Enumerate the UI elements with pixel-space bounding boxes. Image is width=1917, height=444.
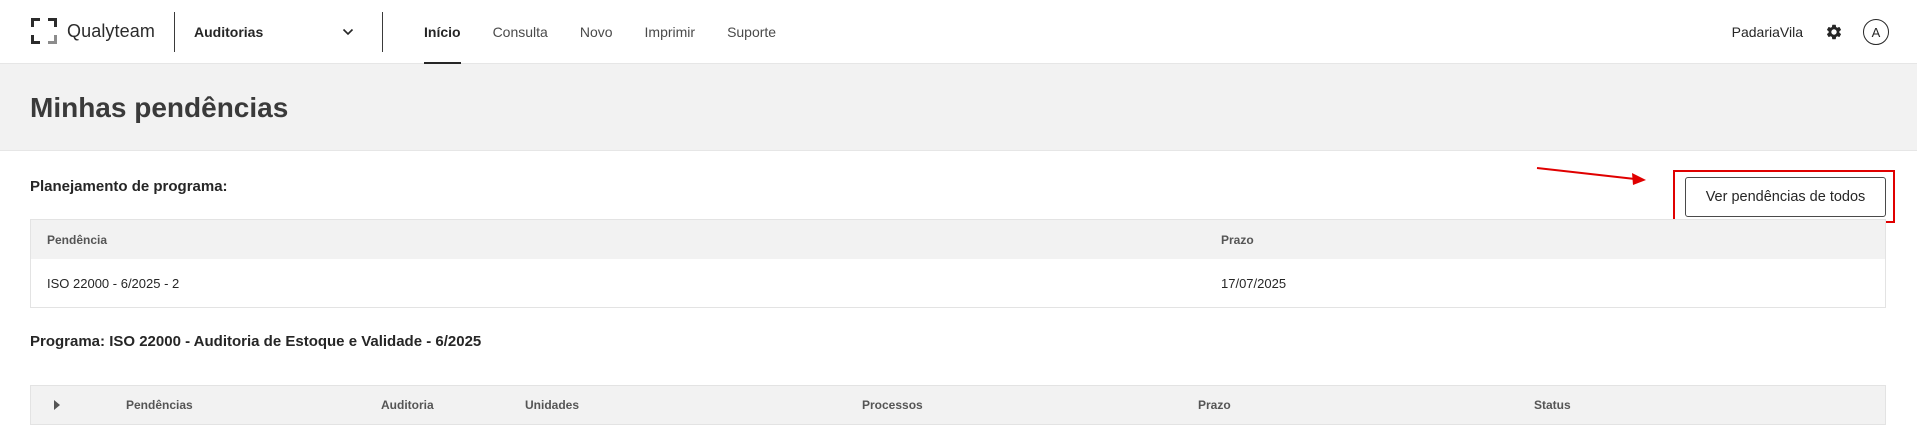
logo-text: Qualyteam	[67, 20, 155, 41]
column-header-unidades[interactable]: Unidades	[525, 386, 579, 424]
cell-prazo: 17/07/2025	[1221, 275, 1287, 291]
expand-caret-icon[interactable]	[53, 386, 61, 424]
user-tools: PadariaVila A	[1732, 0, 1889, 64]
nav-item-novo[interactable]: Novo	[564, 0, 629, 64]
program-table-header: Pendências Auditoria Unidades Processos …	[30, 385, 1886, 425]
header-divider	[382, 12, 383, 52]
column-header-pendencias[interactable]: Pendências	[126, 386, 193, 424]
chevron-down-icon	[341, 25, 355, 39]
column-header-auditoria[interactable]: Auditoria	[381, 386, 434, 424]
qualyteam-logo[interactable]: Qualyteam	[31, 18, 155, 44]
annotation-arrow	[1536, 167, 1646, 185]
nav-item-suporte[interactable]: Suporte	[711, 0, 792, 64]
table-header: Pendência Prazo	[31, 220, 1885, 259]
column-header-prazo[interactable]: Prazo	[1198, 386, 1231, 424]
planning-table: Pendência Prazo ISO 22000 - 6/2025 - 2 1…	[30, 219, 1886, 308]
program-section-title: Programa: ISO 22000 - Auditoria de Estoq…	[30, 333, 482, 350]
column-header-prazo[interactable]: Prazo	[1221, 220, 1254, 259]
page-header: Minhas pendências	[0, 64, 1917, 151]
main-nav: Início Consulta Novo Imprimir Suporte	[408, 0, 792, 64]
page-title: Minhas pendências	[30, 92, 289, 123]
cell-pendencia[interactable]: ISO 22000 - 6/2025 - 2	[47, 259, 179, 307]
column-header-processos[interactable]: Processos	[862, 386, 923, 424]
avatar[interactable]: A	[1863, 19, 1889, 45]
module-label: Auditorias	[194, 24, 264, 40]
nav-item-inicio[interactable]: Início	[408, 0, 477, 64]
nav-item-imprimir[interactable]: Imprimir	[629, 0, 712, 64]
gear-icon[interactable]	[1825, 23, 1843, 41]
column-header-pendencia[interactable]: Pendência	[47, 220, 107, 259]
view-all-pending-button[interactable]: Ver pendências de todos	[1685, 177, 1886, 217]
nav-item-consulta[interactable]: Consulta	[477, 0, 564, 64]
module-selector[interactable]: Auditorias	[175, 0, 367, 64]
logo-icon	[31, 18, 57, 44]
company-name[interactable]: PadariaVila	[1732, 24, 1803, 40]
top-navigation-bar: Qualyteam Auditorias Início Consulta Nov…	[0, 0, 1917, 64]
column-header-status[interactable]: Status	[1534, 386, 1571, 424]
planning-section-title: Planejamento de programa:	[30, 178, 228, 195]
table-row[interactable]: ISO 22000 - 6/2025 - 2 17/07/2025	[31, 259, 1885, 307]
